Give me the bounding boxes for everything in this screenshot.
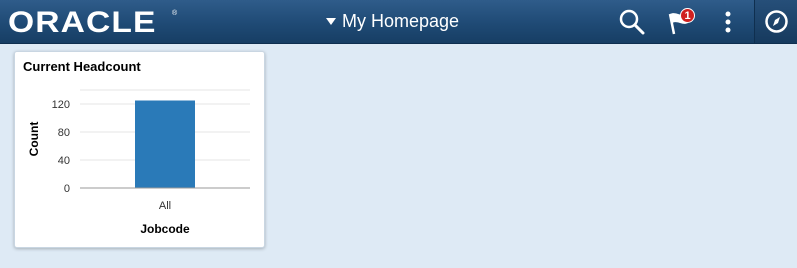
homepage-selector[interactable]: My Homepage: [326, 10, 459, 32]
y-axis-title: Count: [27, 122, 41, 157]
search-icon: [619, 9, 645, 35]
current-headcount-tile[interactable]: Current Headcount 0 40 80 120 All Jobcode Coun…: [14, 51, 265, 248]
notifications-button[interactable]: 1: [664, 6, 696, 38]
notification-badge: 1: [680, 8, 695, 23]
oracle-logo: ORACLE: [8, 6, 157, 39]
actions-menu-button[interactable]: [712, 6, 744, 38]
top-banner: ORACLE ® My Homepage 1: [0, 0, 797, 44]
y-tick-label: 0: [64, 183, 70, 195]
navigator-button[interactable]: [754, 0, 797, 43]
x-axis-title: Jobcode: [140, 222, 190, 236]
bar: [135, 100, 195, 188]
more-vertical-icon: [725, 11, 731, 33]
y-tick-label: 40: [58, 155, 70, 167]
y-tick-label: 80: [58, 127, 70, 139]
registered-mark: ®: [172, 10, 178, 17]
page-title: My Homepage: [342, 10, 460, 31]
navigator-icon: [765, 10, 788, 33]
x-tick-label: All: [159, 200, 171, 212]
y-tick-label: 120: [52, 99, 70, 111]
search-button[interactable]: [616, 6, 648, 38]
caret-down-icon: [326, 17, 336, 25]
headcount-chart: 0 40 80 120 All Jobcode Count: [27, 89, 250, 236]
